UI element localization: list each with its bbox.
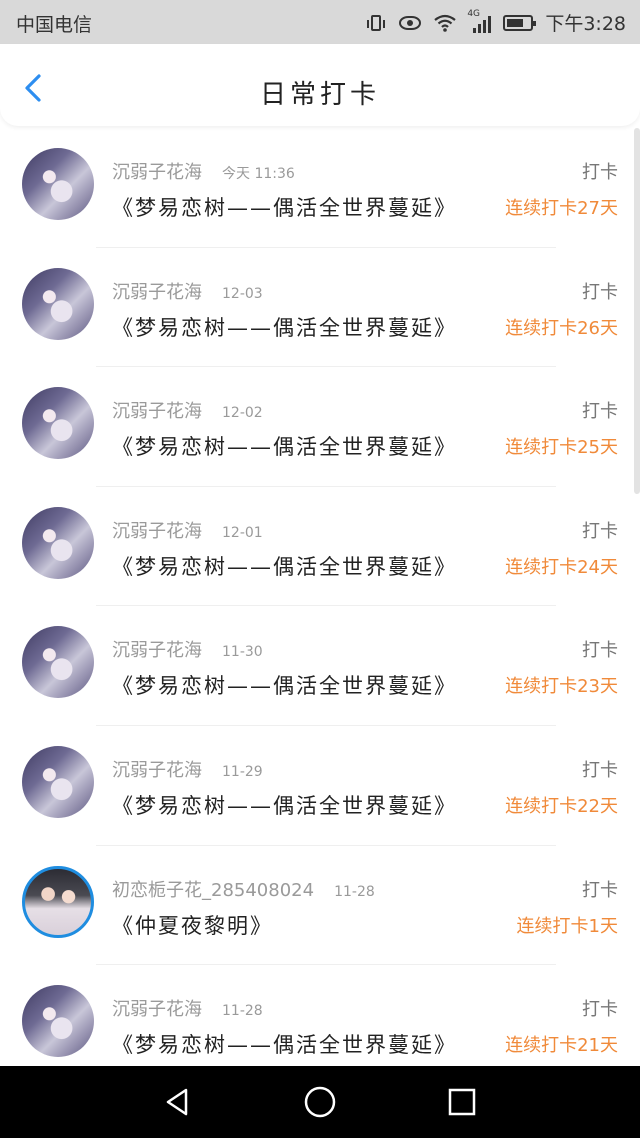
- nav-home-button[interactable]: [302, 1084, 338, 1120]
- carrier-label: 中国电信: [16, 14, 93, 36]
- username[interactable]: 沉弱子花海: [112, 401, 202, 422]
- streak-label: 连续打卡24天: [505, 556, 618, 578]
- avatar[interactable]: [22, 148, 94, 220]
- clock-time: 下午3:28: [545, 13, 626, 35]
- avatar[interactable]: [22, 626, 94, 699]
- nav-recent-button[interactable]: [444, 1084, 480, 1120]
- scrollbar[interactable]: [634, 128, 640, 494]
- username[interactable]: 沉弱子花海: [112, 760, 202, 781]
- streak-label: 连续打卡26天: [505, 317, 618, 339]
- list-item[interactable]: 沉弱子花海 11-30 《梦易恋树——偶活全世界蔓延》 打卡 连续打卡23天: [0, 606, 640, 726]
- checkin-date: 今天 11:36: [222, 166, 295, 182]
- cellular-signal-icon: 4G: [467, 9, 492, 33]
- username-line: 沉弱子花海 11-29: [112, 756, 263, 782]
- book-title[interactable]: 《梦易恋树——偶活全世界蔓延》: [112, 431, 457, 461]
- app-header: 日常打卡: [0, 44, 640, 126]
- battery-icon: [503, 14, 537, 31]
- checkin-tag: 打卡: [582, 281, 618, 303]
- username-line: 沉弱子花海 12-01: [112, 517, 263, 543]
- checkin-tag: 打卡: [582, 520, 618, 542]
- list-item[interactable]: 沉弱子花海 今天 11:36 《梦易恋树——偶活全世界蔓延》 打卡 连续打卡27天: [0, 128, 640, 248]
- username-line: 沉弱子花海 12-02: [112, 397, 263, 423]
- book-title[interactable]: 《梦易恋树——偶活全世界蔓延》: [112, 312, 457, 342]
- streak-label: 连续打卡27天: [505, 198, 618, 219]
- status-bar: 中国电信 4G 下午3:28: [0, 0, 640, 44]
- username[interactable]: 沉弱子花海: [112, 282, 202, 303]
- list-item[interactable]: 沉弱子花海 12-02 《梦易恋树——偶活全世界蔓延》 打卡 连续打卡25天: [0, 367, 640, 487]
- checkin-date: 12-01: [222, 524, 263, 541]
- list-item[interactable]: 沉弱子花海 11-28 《梦易恋树——偶活全世界蔓延》 打卡 连续打卡21天: [0, 965, 640, 1066]
- checkin-tag: 打卡: [582, 999, 618, 1021]
- list-item[interactable]: 初恋栀子花_285408024 11-28 《仲夏夜黎明》 打卡 连续打卡1天: [0, 846, 640, 966]
- book-title[interactable]: 《梦易恋树——偶活全世界蔓延》: [112, 1029, 457, 1059]
- username-line: 沉弱子花海 11-30: [112, 636, 263, 662]
- username[interactable]: 沉弱子花海: [112, 162, 202, 183]
- checkin-date: 11-29: [222, 763, 263, 780]
- checkin-tag: 打卡: [582, 401, 618, 423]
- checkin-tag: 打卡: [582, 759, 618, 781]
- streak-label: 连续打卡25天: [505, 437, 618, 459]
- checkin-tag: 打卡: [582, 879, 618, 901]
- avatar[interactable]: [22, 506, 94, 579]
- checkin-date: 12-03: [222, 285, 263, 302]
- username[interactable]: 初恋栀子花_285408024: [112, 880, 314, 901]
- checkin-tag: 打卡: [582, 162, 618, 183]
- username-line: 沉弱子花海 12-03: [112, 278, 263, 304]
- username[interactable]: 沉弱子花海: [112, 640, 202, 661]
- avatar[interactable]: [22, 985, 94, 1058]
- streak-label: 连续打卡22天: [505, 795, 618, 817]
- book-title[interactable]: 《梦易恋树——偶活全世界蔓延》: [112, 670, 457, 700]
- nav-back-button[interactable]: [160, 1084, 196, 1120]
- checkin-date: 11-28: [222, 1003, 263, 1020]
- book-title[interactable]: 《梦易恋树——偶活全世界蔓延》: [112, 790, 457, 820]
- checkin-date: 12-02: [222, 405, 263, 422]
- avatar[interactable]: [22, 267, 94, 340]
- streak-label: 连续打卡23天: [505, 676, 618, 698]
- triangle-back-icon: [166, 1088, 188, 1116]
- username-line: 沉弱子花海 11-28: [112, 995, 263, 1021]
- streak-label: 连续打卡1天: [516, 915, 618, 937]
- username[interactable]: 沉弱子花海: [112, 521, 202, 542]
- checkin-date: 11-30: [222, 644, 263, 661]
- square-recent-icon: [448, 1088, 476, 1116]
- avatar[interactable]: [22, 745, 94, 818]
- checkin-date: 11-28: [334, 883, 375, 900]
- list-item[interactable]: 沉弱子花海 12-01 《梦易恋树——偶活全世界蔓延》 打卡 连续打卡24天: [0, 487, 640, 607]
- avatar[interactable]: [22, 387, 94, 460]
- system-nav-bar: [0, 1066, 640, 1138]
- streak-label: 连续打卡21天: [505, 1035, 618, 1057]
- eye-comfort-icon: [399, 15, 422, 30]
- book-title[interactable]: 《仲夏夜黎明》: [112, 910, 273, 940]
- username-line: 初恋栀子花_285408024 11-28: [112, 876, 375, 902]
- checkin-list[interactable]: 沉弱子花海 今天 11:36 《梦易恋树——偶活全世界蔓延》 打卡 连续打卡27天…: [0, 128, 640, 1066]
- circle-home-icon: [304, 1086, 336, 1118]
- wifi-icon: [434, 14, 457, 32]
- page-title: 日常打卡: [259, 80, 380, 110]
- username-line: 沉弱子花海 今天 11:36: [112, 158, 295, 184]
- list-item[interactable]: 沉弱子花海 11-29 《梦易恋树——偶活全世界蔓延》 打卡 连续打卡22天: [0, 726, 640, 846]
- checkin-tag: 打卡: [582, 640, 618, 662]
- vibrate-icon: [367, 14, 386, 31]
- avatar[interactable]: [22, 865, 94, 938]
- book-title[interactable]: 《梦易恋树——偶活全世界蔓延》: [112, 551, 457, 581]
- book-title[interactable]: 《梦易恋树——偶活全世界蔓延》: [112, 192, 457, 222]
- list-item[interactable]: 沉弱子花海 12-03 《梦易恋树——偶活全世界蔓延》 打卡 连续打卡26天: [0, 248, 640, 368]
- status-icons: 4G 下午3:28: [365, 9, 626, 36]
- username[interactable]: 沉弱子花海: [112, 999, 202, 1020]
